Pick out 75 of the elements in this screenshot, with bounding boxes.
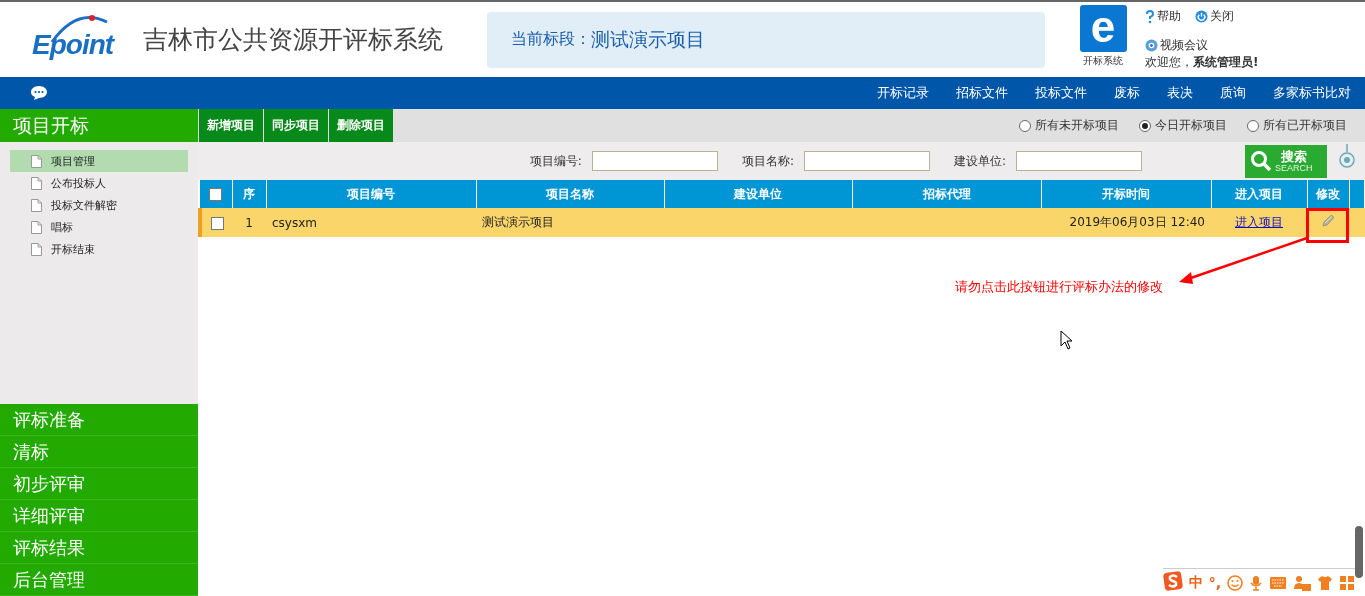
help-link[interactable]: 帮助 (1145, 8, 1181, 25)
document-icon (31, 154, 42, 168)
sidebar-item[interactable]: 项目管理 (10, 150, 188, 172)
radio-icon[interactable] (1019, 119, 1031, 132)
shirt-icon[interactable] (1317, 574, 1333, 591)
table-cell: csysxm (266, 208, 476, 237)
document-icon (31, 198, 42, 212)
current-section-label: 当前标段： (511, 29, 591, 50)
keyboard-icon[interactable] (1269, 575, 1287, 590)
document-icon (31, 220, 42, 234)
toolbar-button[interactable]: 新增项目 (199, 109, 263, 142)
column-header: 开标时间 (1041, 180, 1211, 208)
close-link[interactable]: 关闭 (1195, 8, 1234, 25)
column-header: 项目编号 (266, 180, 476, 208)
filter-radio[interactable]: 今日开标项目 (1139, 117, 1227, 134)
document-icon (31, 242, 42, 256)
nav-link[interactable]: 多家标书比对 (1273, 84, 1351, 102)
column-header: 序 (232, 180, 266, 208)
input-field[interactable] (591, 151, 718, 171)
pin-icon[interactable] (1339, 144, 1355, 170)
table-row[interactable]: 1 csysxm 测试演示项目 2019年06月03日 12:40 进入项目 (200, 208, 1365, 237)
table-cell: 1 (232, 208, 266, 237)
column-header: 项目名称 (476, 180, 664, 208)
question-icon (1145, 9, 1155, 24)
sidebar-item[interactable]: 公布投标人 (10, 172, 188, 194)
search-icon (1250, 150, 1272, 172)
app-label: 开标系统 (1083, 54, 1123, 68)
nav-link[interactable]: 投标文件 (1035, 84, 1087, 102)
filter-radio[interactable]: 所有已开标项目 (1247, 117, 1347, 134)
sidebar-item[interactable]: 开标结束 (10, 238, 188, 260)
welcome-text: 欢迎您，系统管理员! (1145, 54, 1259, 71)
row-checkbox[interactable] (210, 216, 224, 230)
radio-icon[interactable] (1247, 119, 1259, 132)
field-label: 项目编号: (529, 152, 582, 170)
system-title: 吉林市公共资源开评标系统 (143, 24, 444, 56)
table-cell: 测试演示项目 (476, 208, 664, 237)
highlight-box (1306, 208, 1349, 243)
nav-link[interactable]: 开标记录 (877, 84, 929, 102)
radio-icon[interactable] (1139, 119, 1151, 132)
nav-link[interactable]: 表决 (1167, 84, 1193, 102)
nav-link[interactable]: 质询 (1220, 84, 1246, 102)
toolbar-button[interactable]: 同步项目 (264, 109, 328, 142)
select-all-checkbox[interactable] (209, 188, 223, 201)
camera-icon (1145, 39, 1158, 52)
input-field[interactable] (1016, 151, 1142, 171)
sidebar-item[interactable]: 唱标 (10, 216, 188, 238)
video-conference-link[interactable]: 视频会议 (1145, 37, 1259, 54)
column-header: 进入项目 (1211, 180, 1307, 208)
toolbar-button[interactable]: 删除项目 (329, 109, 393, 142)
column-header: 建设单位 (664, 180, 852, 208)
nav-link[interactable]: 招标文件 (956, 84, 1008, 102)
mouse-cursor-icon (1060, 330, 1074, 350)
field-label: 项目名称: (741, 152, 794, 170)
input-field[interactable] (803, 151, 930, 171)
scrollbar-thumb[interactable] (1355, 526, 1363, 578)
field-label: 建设单位: (953, 152, 1006, 170)
current-section-value: 测试演示项目 (591, 26, 705, 52)
annotation-text: 请勿点击此按钮进行评标办法的修改 (955, 278, 1163, 296)
column-header: 修改 (1307, 180, 1349, 208)
input-method-logo-icon[interactable] (1162, 571, 1183, 594)
logo: Epoint (32, 19, 127, 60)
grid-icon[interactable] (1339, 574, 1355, 591)
column-header: 招标代理 (852, 180, 1041, 208)
smiley-icon[interactable] (1227, 574, 1243, 591)
filter-radio[interactable]: 所有未开标项目 (1019, 117, 1119, 134)
sidebar-item[interactable]: 投标文件解密 (10, 194, 188, 216)
document-icon (31, 176, 42, 190)
table-cell: 2019年06月03日 12:40 (1041, 208, 1211, 237)
pencil-icon[interactable] (1321, 214, 1335, 228)
chat-icon[interactable] (30, 85, 48, 101)
microphone-icon[interactable] (1249, 574, 1263, 591)
nav-link[interactable]: 废标 (1114, 84, 1140, 102)
power-icon (1195, 10, 1208, 23)
app-icon[interactable]: e (1079, 5, 1127, 52)
user-icon[interactable] (1293, 574, 1311, 591)
